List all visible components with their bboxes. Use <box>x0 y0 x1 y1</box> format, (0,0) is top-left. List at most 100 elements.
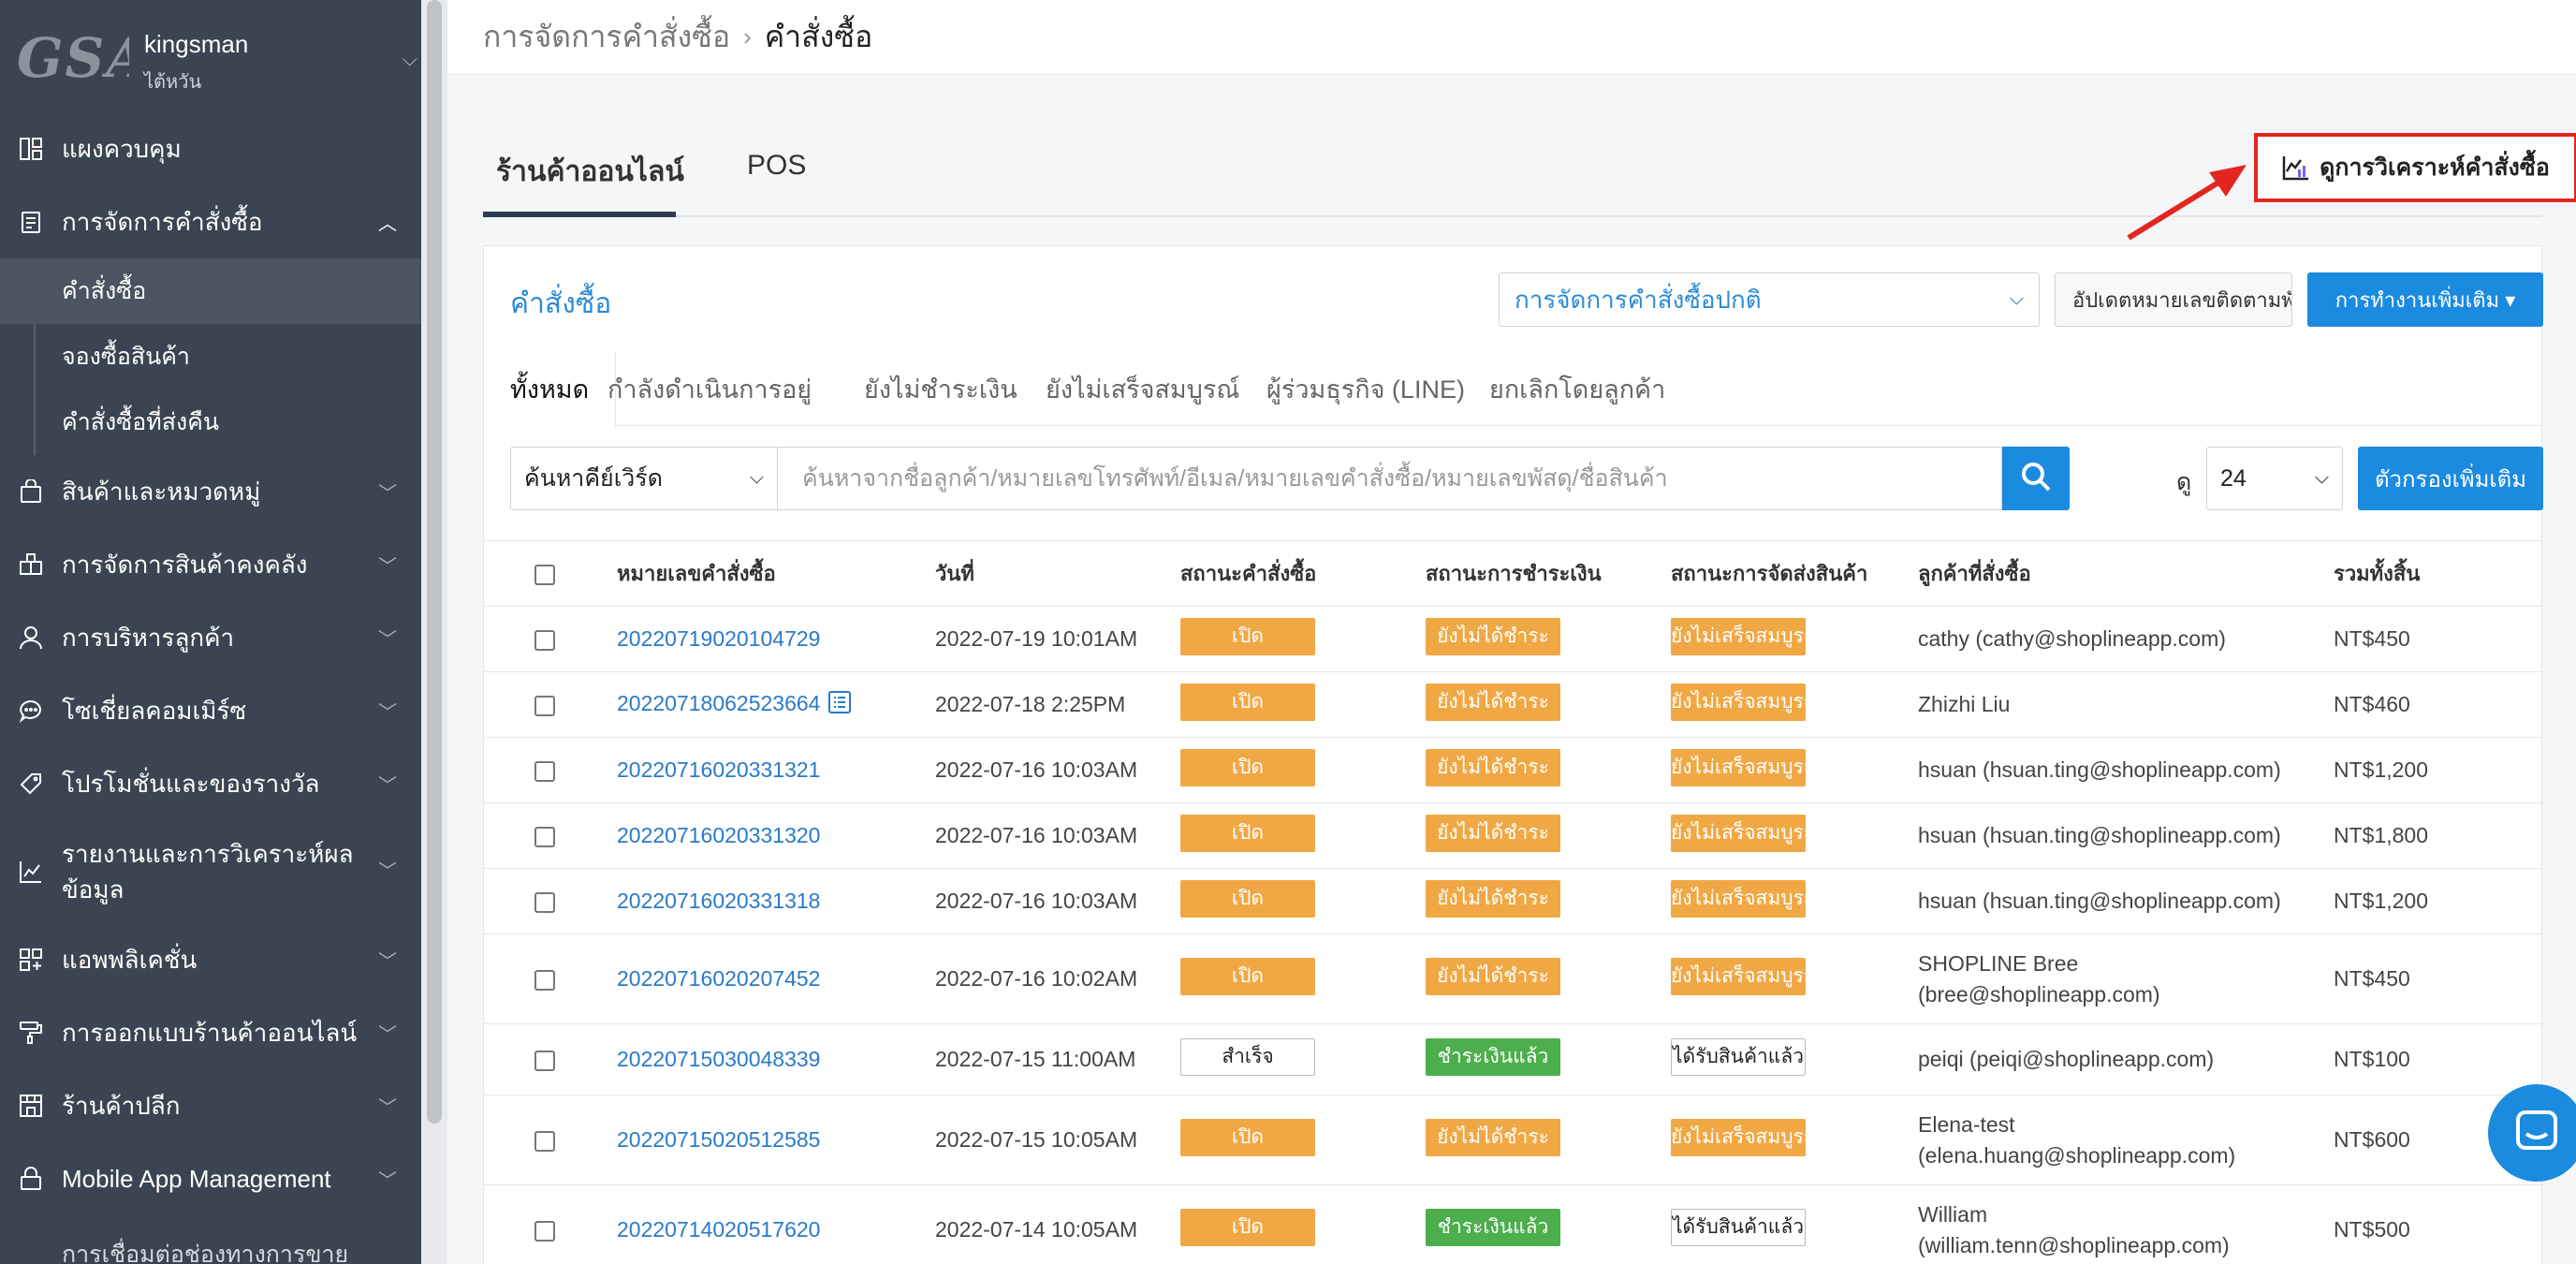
dashboard-icon <box>19 137 43 161</box>
col-date[interactable]: วันที่ <box>935 540 1180 607</box>
active-tab-indicator <box>483 212 676 217</box>
row-checkbox[interactable] <box>534 891 555 913</box>
more-actions-button[interactable]: การทำงานเพิ่มเติม ▾ <box>2307 272 2543 327</box>
order-status-badge: เปิด <box>1180 957 1315 995</box>
tab-incomplete[interactable]: ยังไม่เสร็จสมบูรณ์ <box>1046 351 1239 426</box>
tab-online-store[interactable]: ร้านค้าออนไลน์ <box>496 150 684 194</box>
tab-pos[interactable]: POS <box>747 150 806 182</box>
order-number-link[interactable]: 20220716020331320 <box>617 823 820 847</box>
sidebar-item-label: แผงควบคุม <box>62 134 182 163</box>
sidebar-item-label: การบริหารลูกค้า <box>62 623 235 652</box>
col-total[interactable]: รวมทั้งสิ้น <box>2334 540 2543 607</box>
col-order-number[interactable]: หมายเลขคำสั่งซื้อ <box>617 540 935 607</box>
table-row[interactable]: 20220716020331320 2022-07-16 10:03AM เปิด ย… <box>484 802 2543 869</box>
order-number-link[interactable]: 20220715030048339 <box>617 1047 820 1071</box>
tab-unpaid[interactable]: ยังไม่ชำระเงิน <box>864 351 1017 426</box>
view-order-analysis-button[interactable]: ดูการวิเคราะห์คำสั่งซื้อ <box>2254 133 2576 202</box>
order-number-link[interactable]: 20220716020331321 <box>617 757 820 782</box>
table-row[interactable]: 20220716020331318 2022-07-16 10:03AM เปิด ย… <box>484 868 2543 934</box>
order-number-link[interactable]: 20220718062523664 <box>617 691 820 715</box>
tab-all[interactable]: ทั้งหมด <box>484 351 617 427</box>
row-checkbox[interactable] <box>534 695 555 716</box>
sidebar-item-inventory[interactable]: การจัดการสินค้าคงคลัง ﹀ <box>0 528 421 601</box>
page-size-select[interactable]: 24 ⌵ <box>2206 447 2343 510</box>
sidebar-subitem-preorders[interactable]: จองซื้อสินค้า <box>0 324 421 389</box>
shopping-bag-icon <box>19 479 43 504</box>
col-customer: ลูกค้าที่สั่งซื้อ <box>1918 540 2334 607</box>
panel-title: คำสั่งซื้อ <box>510 288 612 319</box>
chat-support-button[interactable] <box>2488 1084 2576 1182</box>
table-row[interactable]: 20220715020512585 2022-07-15 10:05AM เปิด ย… <box>484 1095 2543 1185</box>
more-filters-button[interactable]: ตัวกรองเพิ่มเติม <box>2358 447 2543 510</box>
row-checkbox[interactable] <box>534 969 555 991</box>
order-total: NT$1,200 <box>2334 868 2543 934</box>
payment-status-badge: ยังไม่ได้ชำระ <box>1426 617 1560 655</box>
order-number-link[interactable]: 20220716020207452 <box>617 966 820 991</box>
tab-in-progress[interactable]: กำลังดำเนินการอยู่ <box>607 351 812 426</box>
row-checkbox[interactable] <box>534 629 555 651</box>
sidebar-item-social-commerce[interactable]: โซเชี่ยลคอมเมิร์ซ ﹀ <box>0 674 421 747</box>
sidebar-subitem-returns[interactable]: คำสั่งซื้อที่ส่งคืน <box>0 389 421 455</box>
lock-icon <box>19 1167 43 1191</box>
paint-roller-icon <box>19 1021 43 1045</box>
order-mode-select[interactable]: การจัดการคำสั่งซื้อปกติ ⌵ <box>1499 272 2040 327</box>
tab-cancelled-by-customer[interactable]: ยกเลิกโดยลูกค้า <box>1489 351 1665 426</box>
tab-line-partner[interactable]: ผู้ร่วมธุรกิจ (LINE) <box>1266 351 1465 426</box>
sidebar-item-reports[interactable]: รายงานและการวิเคราะห์ผลข้อมูล ﹀ <box>0 820 421 923</box>
store-icon <box>19 1094 43 1118</box>
sidebar-item-orders[interactable]: การจัดการคำสั่งซื้อ ︿ <box>0 185 421 258</box>
sidebar-item-apps[interactable]: แอพพลิเคชั่น ﹀ <box>0 923 421 996</box>
chevron-down-icon: ﹀ <box>378 775 397 797</box>
sidebar-item-label: รายงานและการวิเคราะห์ผลข้อมูล <box>62 840 354 904</box>
sidebar-item-mobile-app[interactable]: Mobile App Management ﹀ <box>0 1142 421 1215</box>
order-number-link[interactable]: 20220719020104729 <box>617 626 820 651</box>
row-checkbox[interactable] <box>534 826 555 847</box>
shop-logo: GSA <box>17 26 129 90</box>
sidebar-item-retail[interactable]: ร้านค้าปลีก ﹀ <box>0 1069 421 1142</box>
sidebar-item-products[interactable]: สินค้าและหมวดหมู่ ﹀ <box>0 455 421 528</box>
row-checkbox[interactable] <box>534 1220 555 1242</box>
payment-status-badge: ยังไม่ได้ชำระ <box>1426 957 1560 995</box>
table-row[interactable]: 20220715030048339 2022-07-15 11:00AM สำเร็… <box>484 1023 2543 1095</box>
search-input[interactable]: ค้นหาจากชื่อลูกค้า/หมายเลขโทรศัพท์/อีเมล… <box>778 447 2002 510</box>
sidebar-item-promotions[interactable]: โปรโมชั่นและของรางวัล ﹀ <box>0 747 421 820</box>
search-button[interactable] <box>2002 447 2070 510</box>
row-checkbox[interactable] <box>534 760 555 782</box>
col-order-status: สถานะคำสั่งซื้อ <box>1180 540 1426 607</box>
row-checkbox[interactable] <box>534 1050 555 1071</box>
scrollbar-thumb[interactable] <box>427 0 442 1124</box>
order-date: 2022-07-16 10:02AM <box>935 933 1180 1024</box>
table-row[interactable]: 20220716020331321 2022-07-16 10:03AM เปิด ย… <box>484 737 2543 803</box>
table-row[interactable]: 20220719020104729 2022-07-19 10:01AM เปิด ย… <box>484 606 2543 672</box>
chevron-down-icon: ﹀ <box>378 1170 397 1192</box>
analytics-icon <box>2282 154 2310 181</box>
order-number-link[interactable]: 20220714020517620 <box>617 1217 820 1242</box>
keyword-type-select[interactable]: ค้นหาคีย์เวิร์ด ⌵ <box>510 447 778 510</box>
chevron-down-icon: ﹀ <box>378 629 397 651</box>
sidebar-item-customers[interactable]: การบริหารลูกค้า ﹀ <box>0 601 421 674</box>
row-checkbox[interactable] <box>534 1130 555 1152</box>
table-row[interactable]: 20220714020517620 2022-07-14 10:05AM เปิด ช… <box>484 1184 2543 1264</box>
page-size-value: 24 <box>2220 464 2247 492</box>
order-number-link[interactable]: 20220716020331318 <box>617 889 820 913</box>
breadcrumb-parent[interactable]: การจัดการคำสั่งซื้อ <box>483 13 730 61</box>
sidebar-item-dashboard[interactable]: แผงควบคุม <box>0 112 421 185</box>
update-tracking-button[interactable]: อัปเดตหมายเลขติดตามพัสดุ <box>2055 272 2292 327</box>
order-status-badge: เปิด <box>1180 814 1315 852</box>
sidebar-subitem-orders[interactable]: คำสั่งซื้อ <box>0 258 421 324</box>
order-number-link[interactable]: 20220715020512585 <box>617 1127 820 1152</box>
table-row[interactable]: 20220716020207452 2022-07-16 10:02AM เปิด ย… <box>484 933 2543 1024</box>
customer-cell: peiqi (peiqi@shoplineapp.com) <box>1918 1023 2334 1095</box>
sidebar-scrollbar[interactable] <box>421 0 447 1264</box>
shop-switcher[interactable]: GSA kingsman ไต้หวัน ⌵ <box>0 0 421 112</box>
delivery-status-badge: ยังไม่เสร็จสมบูรณ์ <box>1671 683 1806 721</box>
order-status-badge: เปิด <box>1180 683 1315 721</box>
sidebar-item-label: การออกแบบร้านค้าออนไลน์ <box>62 1018 358 1047</box>
orders-table: หมายเลขคำสั่งซื้อ วันที่ สถานะคำสั่งซื้อ… <box>484 540 2543 1264</box>
order-notes-icon[interactable] <box>827 690 852 720</box>
sidebar-item-sales-channels[interactable]: การเชื่อมต่อช่องทางการขาย <box>62 1236 348 1264</box>
select-all-checkbox[interactable] <box>534 564 555 585</box>
table-row[interactable]: 20220718062523664 2022-07-18 2:25PM เปิด ยั… <box>484 671 2543 738</box>
sidebar-item-store-design[interactable]: การออกแบบร้านค้าออนไลน์ ﹀ <box>0 996 421 1069</box>
col-delivery-status: สถานะการจัดส่งสินค้า <box>1671 540 1918 607</box>
